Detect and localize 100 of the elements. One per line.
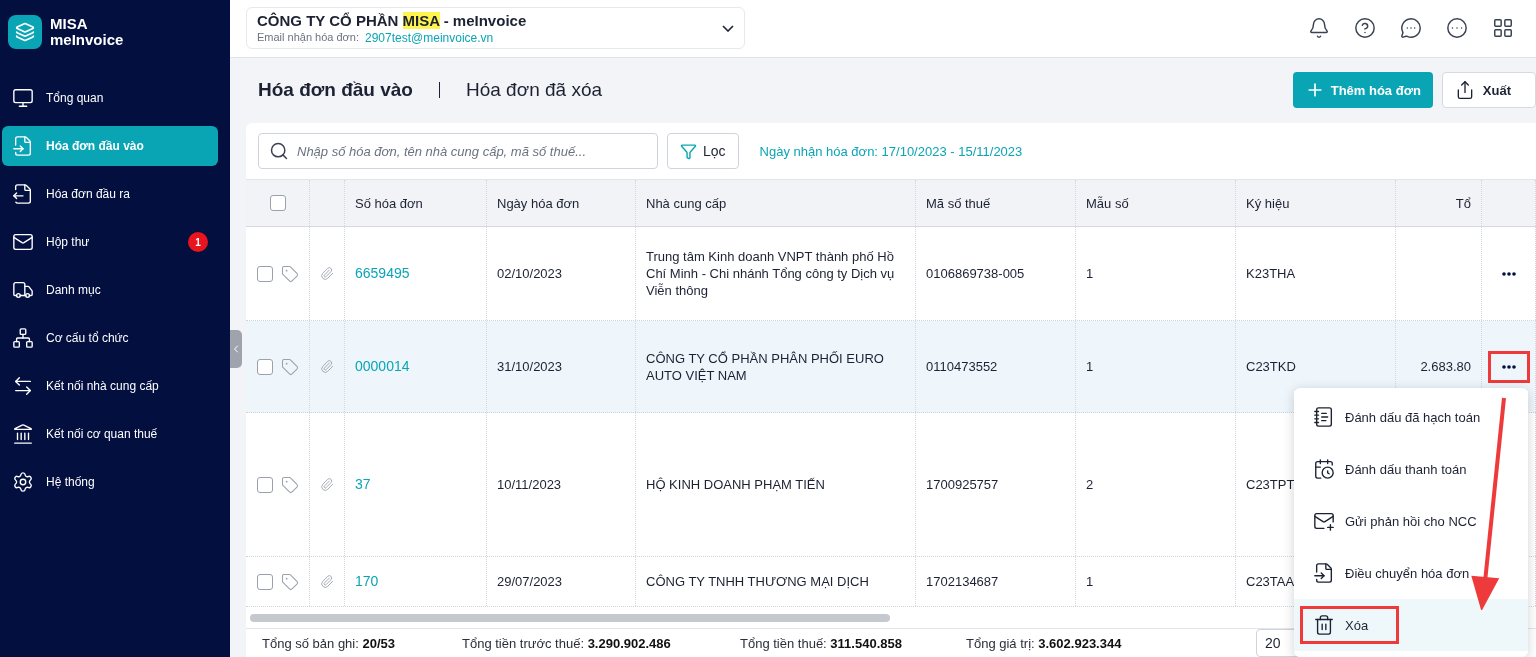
mail-icon [1313,510,1335,532]
company-selector[interactable]: CÔNG TY CỔ PHẦN MISA - meInvoice Email nhận hóa đơn: 2907test@meinvoice.vn [246,7,745,50]
sidebar-label: Hộp thư [46,235,90,249]
more-icon[interactable] [1446,17,1468,40]
count-badge: 1 [188,232,208,252]
sidebar-item[interactable]: Kết nối nhà cung cấp [2,366,218,406]
sidebar-item[interactable]: Hộp thư 1 [2,222,218,262]
sidebar-label: Danh mục [46,283,101,297]
table-cell-text: CÔNG TY CỔ PHẦN PHÂN PHỐI EURO AUTO VIỆT NAM [646,349,885,384]
table-cell: 02/10/2023 [497,265,563,282]
page-tab[interactable]: Hóa đơn đầu vào [258,79,413,102]
page-tab[interactable]: Hóa đơn đã xóa [465,79,603,102]
column-header: Mẫu số [1076,180,1236,226]
column-header: Mã số thuế [916,180,1076,226]
table-cell: CÔNG TY TNHH THƯƠNG MẠI DỊCH [646,573,869,590]
tag-icon[interactable] [280,264,299,283]
mail-icon [12,231,34,253]
settings-icon [12,471,34,493]
table-cell: 29/07/2023 [497,573,563,590]
chevron-down-icon [722,24,734,32]
tag-icon[interactable] [280,357,299,376]
scrollbar-thumb[interactable] [250,613,890,622]
truck-icon [12,279,34,301]
table-row[interactable]: 0000014 31/10/2023 CÔNG TY CỔ PHẦN PHÂN PHỐI EURO AUTO VIỆT NAM 0110473552 1 C23TKD 2.683.80 [246,321,1536,413]
table-cell: 0110473552 [926,358,998,375]
logo-icon [8,15,42,49]
bell-icon[interactable] [1308,17,1330,40]
menu-item[interactable]: Gửi phản hồi cho NCC [1294,495,1528,547]
sidebar-item[interactable]: Hóa đơn đầu ra [2,174,218,214]
table-cell-text: Trung tâm Kinh doanh VNPT thành phố Hồ Chí Minh - Chi nhánh Tổng công ty Dịch vụ Viễn thông [646,248,896,299]
file-out-icon [12,183,34,205]
sidebar-label: Hệ thống [46,475,95,489]
table-cell: 0106869738-005 [926,265,1025,282]
search-box[interactable]: Nhập số hóa đơn, tên nhà cung cấp, mã số thuế... [258,133,658,169]
more-button[interactable] [1487,350,1530,383]
table-cell: 10/11/2023 [497,476,562,493]
menu-label: Điều chuyển hóa đơn [1345,565,1470,581]
table-cell: K23THA [1246,265,1296,282]
menu-item[interactable]: Đánh dấu đã hạch toán [1294,391,1528,443]
trash-icon [1313,614,1335,636]
company-name: CÔNG TY CỔ PHẦN MISA - meInvoice [257,11,527,29]
ellipsis-icon [1501,364,1516,369]
calendar-clock-icon [1313,458,1335,480]
paperclip-icon[interactable] [320,573,334,590]
sidebar-item[interactable]: Cơ cấu tổ chức [2,318,218,358]
tag-icon[interactable] [280,475,299,494]
date-range: Ngày nhận hóa đơn: 17/10/2023 - 15/11/2023 [759,143,1023,159]
chat-icon[interactable] [1400,17,1422,40]
table-row[interactable]: 6659495 02/10/2023 Trung tâm Kinh doanh VNPT thành phố Hồ Chí Minh - Chi nhánh Tổng công ty Dịch vụ Viễn thông 0106869738-005 1 K23THA [246,227,1536,321]
sidebar-item[interactable]: Kết nối cơ quan thuế [2,414,218,454]
monitor-icon [12,87,34,109]
summary-text: Tổng tiền trước thuế: 3.290.902.486 [462,635,672,651]
menu-item[interactable]: Đánh dấu thanh toán [1294,443,1528,495]
row-checkbox[interactable] [256,265,273,282]
filter-button[interactable]: Lọc [667,133,739,169]
table-cell: C23TPT [1246,476,1295,493]
sidebar-label: Hóa đơn đầu vào [46,139,144,153]
table-cell: 1 [1086,358,1094,375]
table-cell: 2 [1086,476,1094,493]
file-arrow-icon [1313,562,1335,584]
column-header: Ký hiệu [1236,180,1396,226]
ellipsis-icon [1501,271,1516,276]
collapse-handle[interactable] [230,330,242,368]
summary-text: Tổng tiền thuế: 311.540.858 [740,635,903,651]
sidebar-label: Cơ cấu tổ chức [46,331,129,345]
tag-icon[interactable] [280,572,299,591]
row-checkbox[interactable] [256,573,273,590]
select-all-checkbox[interactable] [269,195,286,211]
export-button[interactable]: Xuất [1441,72,1536,109]
row-checkbox[interactable] [256,476,273,493]
bank-icon [12,423,34,445]
file-in-icon [12,135,34,157]
search-icon [269,141,289,161]
column-header: Tổ [1396,180,1482,226]
help-icon[interactable] [1354,17,1376,40]
summary-text: Tổng giá trị: 3.602.923.344 [966,635,1123,651]
sidebar-label: Tổng quan [46,91,104,105]
table-cell: 31/10/2023 [497,358,563,375]
table-cell: 1702134687 [926,573,999,590]
table-cell: HỘ KINH DOANH PHẠM TIẾN [646,476,825,493]
table-cell: 2.683.80 [1420,358,1471,375]
menu-label: Gửi phản hồi cho NCC [1345,513,1477,529]
column-header: Ngày hóa đơn [487,180,636,226]
column-header: Nhà cung cấp [636,180,916,226]
paperclip-icon[interactable] [320,358,334,375]
row-checkbox[interactable] [256,358,273,375]
summary-text: Tổng số bản ghi: 20/53 [262,635,397,651]
sidebar-item[interactable]: Hệ thống [2,462,218,502]
menu-item[interactable]: Điều chuyển hóa đơn [1294,547,1528,599]
sidebar-item[interactable]: Tổng quan [2,78,218,118]
sidebar-label: Kết nối cơ quan thuế [46,427,158,441]
email-label: Email nhận hóa đơn: [257,30,359,45]
sidebar-label: Hóa đơn đầu ra [46,187,130,201]
table-cell: 1700925757 [926,476,999,493]
paperclip-icon[interactable] [320,476,334,493]
table-cell: C23TAA [1246,573,1295,590]
sidebar-item[interactable]: Danh mục [2,270,218,310]
menu-item[interactable]: Xóa [1294,599,1528,651]
paperclip-icon[interactable] [320,265,334,282]
apps-grid-icon[interactable] [1492,17,1514,40]
